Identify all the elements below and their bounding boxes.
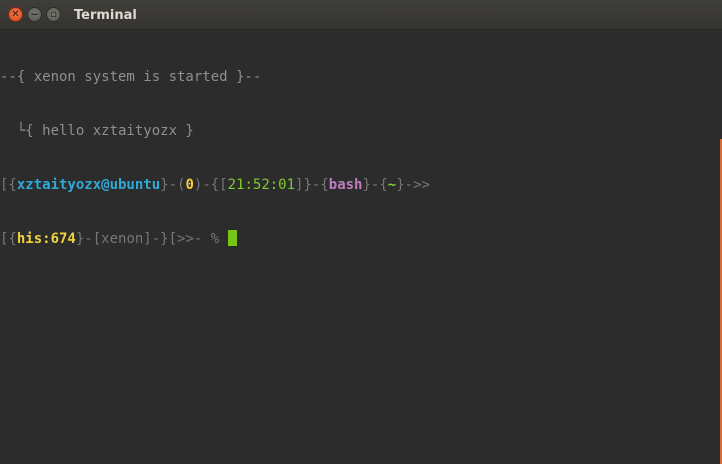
prompt-cwd: ~ [387, 177, 397, 193]
maximize-button[interactable]: ▫ [46, 7, 61, 22]
minimize-button[interactable]: ‒ [27, 7, 42, 22]
prompt-bracket: ]}-{ [295, 177, 329, 193]
prompt-line-1: [{xztaityozx@ubuntu}-(0)-{[21:52:01]}-{b… [0, 176, 722, 194]
prompt-bracket: }-{ [362, 177, 388, 193]
prompt-bracket: [{ [0, 177, 17, 193]
greeting-message: └{ hello xztaityozx } [0, 123, 194, 139]
terminal-line: --{ xenon system is started }-- [0, 68, 722, 86]
prompt-tail: }-[xenon]-}[>>- % [75, 231, 220, 247]
window-title: Terminal [74, 8, 137, 23]
terminal-window: ✕ ‒ ▫ Terminal --{ xenon system is start… [0, 0, 722, 464]
terminal-output[interactable]: --{ xenon system is started }-- └{ hello… [0, 30, 722, 464]
minimize-icon: ‒ [31, 9, 38, 20]
prompt-arrow: }->> [396, 177, 430, 193]
maximize-icon: ▫ [50, 9, 57, 20]
close-button[interactable]: ✕ [8, 7, 23, 22]
prompt-user-host: xztaityozx@ubuntu [16, 177, 161, 193]
prompt-bracket: )-{[ [193, 177, 228, 193]
prompt-exit-code: 0 [185, 177, 194, 193]
prompt-bracket: }-( [160, 177, 186, 193]
close-icon: ✕ [11, 9, 20, 20]
prompt-history: his:674 [16, 231, 76, 247]
terminal-cursor[interactable] [227, 230, 237, 246]
title-bar[interactable]: ✕ ‒ ▫ Terminal [0, 0, 722, 30]
prompt-shell: bash [328, 177, 363, 193]
prompt-time: 21:52:01 [227, 177, 296, 193]
terminal-line: └{ hello xztaityozx } [0, 122, 722, 140]
prompt-bracket: [{ [0, 231, 17, 247]
prompt-line-2: [{his:674}-[xenon]-}[>>- % [0, 230, 722, 248]
startup-message: --{ xenon system is started }-- [0, 69, 262, 85]
